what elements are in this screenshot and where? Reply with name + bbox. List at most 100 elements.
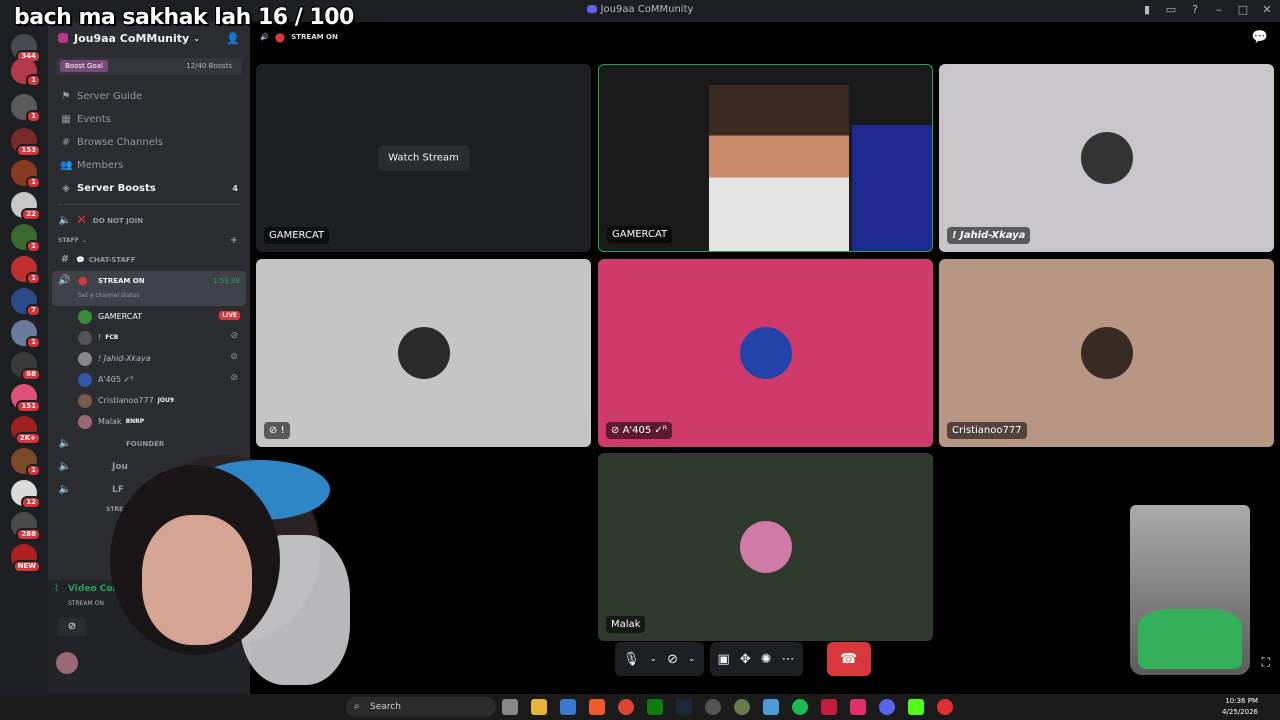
- instagram-icon[interactable]: [850, 699, 866, 715]
- xbox-icon[interactable]: [647, 699, 663, 715]
- voice-member[interactable]: ! Jahid-Xkaya ⊘: [48, 348, 250, 369]
- chrome-icon[interactable]: [618, 699, 634, 715]
- participant-tile[interactable]: ⊘ A'405 ✓ᴿ: [598, 259, 933, 447]
- microphone-icon[interactable]: 🎙: [623, 652, 640, 667]
- spotify-icon[interactable]: [792, 699, 808, 715]
- voice-member[interactable]: GAMERCAT LIVE: [48, 306, 250, 327]
- activities-icon[interactable]: ✥: [740, 652, 751, 667]
- avatar: [78, 414, 92, 429]
- stream-overlay-text: bach ma sakhak lah 16 / 100: [14, 5, 354, 30]
- task-view-icon[interactable]: [502, 699, 518, 715]
- category-staff[interactable]: STAFF ⌄ +: [48, 232, 250, 248]
- server-icon[interactable]: 22: [11, 192, 41, 221]
- server-icon[interactable]: 344: [11, 34, 41, 63]
- nav-members[interactable]: 👥 Members: [48, 154, 250, 177]
- server-icon[interactable]: 1: [11, 58, 41, 87]
- discord-icon[interactable]: [879, 699, 895, 715]
- tile-name: GAMERCAT: [607, 226, 673, 243]
- store-icon[interactable]: [560, 699, 576, 715]
- soundboard-icon[interactable]: ✺: [761, 652, 772, 667]
- chevron-down-icon[interactable]: ⌄: [688, 654, 696, 664]
- channel-founder[interactable]: 🔈 FOUNDER: [48, 432, 250, 455]
- obs-icon[interactable]: [705, 699, 721, 715]
- camera-off-icon[interactable]: ⊘: [667, 652, 678, 667]
- server-icon[interactable]: 1: [11, 160, 41, 189]
- server-icon[interactable]: 151: [11, 384, 41, 413]
- server-icon[interactable]: 1: [11, 94, 41, 123]
- inbox-icon[interactable]: ▭: [1164, 3, 1178, 17]
- camera-off-button[interactable]: ⊘: [58, 618, 86, 636]
- user-avatar[interactable]: [56, 652, 78, 674]
- boost-icon: ◈: [62, 183, 70, 194]
- voice-member[interactable]: Cristianoo777 JOU9: [48, 390, 250, 411]
- voice-member[interactable]: ! FCB ⊘: [48, 327, 250, 348]
- bookmark-icon[interactable]: ▮: [1140, 3, 1154, 17]
- file-explorer-icon[interactable]: [531, 699, 547, 715]
- speaker-icon: 🔈: [58, 215, 72, 226]
- server-icon[interactable]: 1: [11, 320, 41, 349]
- app-icon[interactable]: [937, 699, 953, 715]
- stream-tile[interactable]: Watch Stream GAMERCAT: [256, 64, 591, 252]
- avatar: [78, 309, 92, 324]
- voice-member[interactable]: Malak BNRP: [48, 411, 250, 432]
- maximize-button[interactable]: □: [1236, 3, 1250, 17]
- avatar: [78, 330, 92, 345]
- server-icon[interactable]: 2K+: [11, 416, 41, 445]
- tile-name: ⊘ !: [264, 422, 290, 439]
- fullscreen-icon[interactable]: ⛶: [1262, 655, 1270, 670]
- participant-tile[interactable]: ! Jahid-Xkaya: [939, 64, 1274, 252]
- server-icon[interactable]: NEW: [11, 544, 41, 573]
- boost-goal[interactable]: Boost Goal 12/40 Boosts: [56, 58, 242, 75]
- minimize-button[interactable]: –: [1212, 3, 1226, 17]
- nav-events[interactable]: ▦ Events: [48, 108, 250, 131]
- invite-icon[interactable]: 👤: [226, 32, 240, 45]
- taskbar-search[interactable]: ⌕ Search: [346, 697, 496, 717]
- app-icon[interactable]: [734, 699, 750, 715]
- participant-tile[interactable]: ⊘ !: [256, 259, 591, 447]
- server-icon[interactable]: 7: [11, 288, 41, 317]
- brave-icon[interactable]: [589, 699, 605, 715]
- hashtag-icon: #: [60, 254, 70, 265]
- members-icon: 👥: [60, 160, 73, 171]
- server-icon[interactable]: 12: [11, 480, 41, 509]
- add-channel-icon[interactable]: +: [230, 235, 238, 246]
- participant-tile[interactable]: Cristianoo777: [939, 259, 1274, 447]
- app-icon[interactable]: [821, 699, 837, 715]
- nav-server-boosts[interactable]: ◈ Server Boosts 4: [48, 177, 250, 200]
- kick-icon[interactable]: [908, 699, 924, 715]
- disconnect-button[interactable]: ☎: [826, 642, 871, 676]
- steam-icon[interactable]: [676, 699, 692, 715]
- screen-share-icon[interactable]: ▣: [718, 652, 730, 667]
- speaker-icon: 🔈: [58, 484, 72, 495]
- watch-stream-button[interactable]: Watch Stream: [377, 145, 470, 171]
- server-icon[interactable]: 1: [11, 224, 41, 253]
- chat-icon[interactable]: 💬: [1252, 30, 1268, 45]
- nav-browse-channels[interactable]: # Browse Channels: [48, 131, 250, 154]
- system-clock[interactable]: 10:36 PM 4/25/2026: [1222, 696, 1258, 718]
- avatar: [1080, 132, 1133, 184]
- chevron-down-icon[interactable]: ⌄: [650, 654, 658, 664]
- guild-icon: [58, 33, 68, 43]
- participant-tile[interactable]: Malak: [598, 453, 933, 641]
- server-icon[interactable]: 1: [11, 256, 41, 285]
- voice-stage: 🔊 ● STREAM ON 💬 Watch Stream GAMERCAT GA…: [250, 22, 1280, 694]
- help-icon[interactable]: ?: [1188, 3, 1202, 17]
- more-options-icon[interactable]: ⋯: [782, 652, 795, 667]
- avatar: [397, 327, 450, 379]
- close-button[interactable]: ✕: [1260, 3, 1274, 17]
- streamer-face: [142, 515, 252, 645]
- server-icon[interactable]: 68: [11, 352, 41, 381]
- channel-chat-staff[interactable]: # 💬 CHAT-STAFF: [48, 248, 250, 271]
- server-icon[interactable]: 153: [11, 128, 41, 157]
- app-icon[interactable]: [763, 699, 779, 715]
- server-icon[interactable]: 288: [11, 512, 41, 541]
- mic-muted-icon: ⊘: [611, 425, 623, 436]
- nav-server-guide[interactable]: ⚑ Server Guide: [48, 85, 250, 108]
- voice-member[interactable]: A'405 ✓ᴿ ⊘: [48, 369, 250, 390]
- search-icon: ⌕: [354, 701, 360, 712]
- video-tile[interactable]: GAMERCAT: [598, 64, 933, 252]
- server-icon[interactable]: 1: [11, 448, 41, 477]
- channel-do-not-join[interactable]: 🔈 ✕ DO NOT JOIN: [48, 209, 250, 232]
- channel-stream-on[interactable]: 🔊 ● STREAM ON 1:59:38 Set a channel stat…: [52, 271, 246, 306]
- chevron-down-icon: ⌄: [81, 236, 87, 244]
